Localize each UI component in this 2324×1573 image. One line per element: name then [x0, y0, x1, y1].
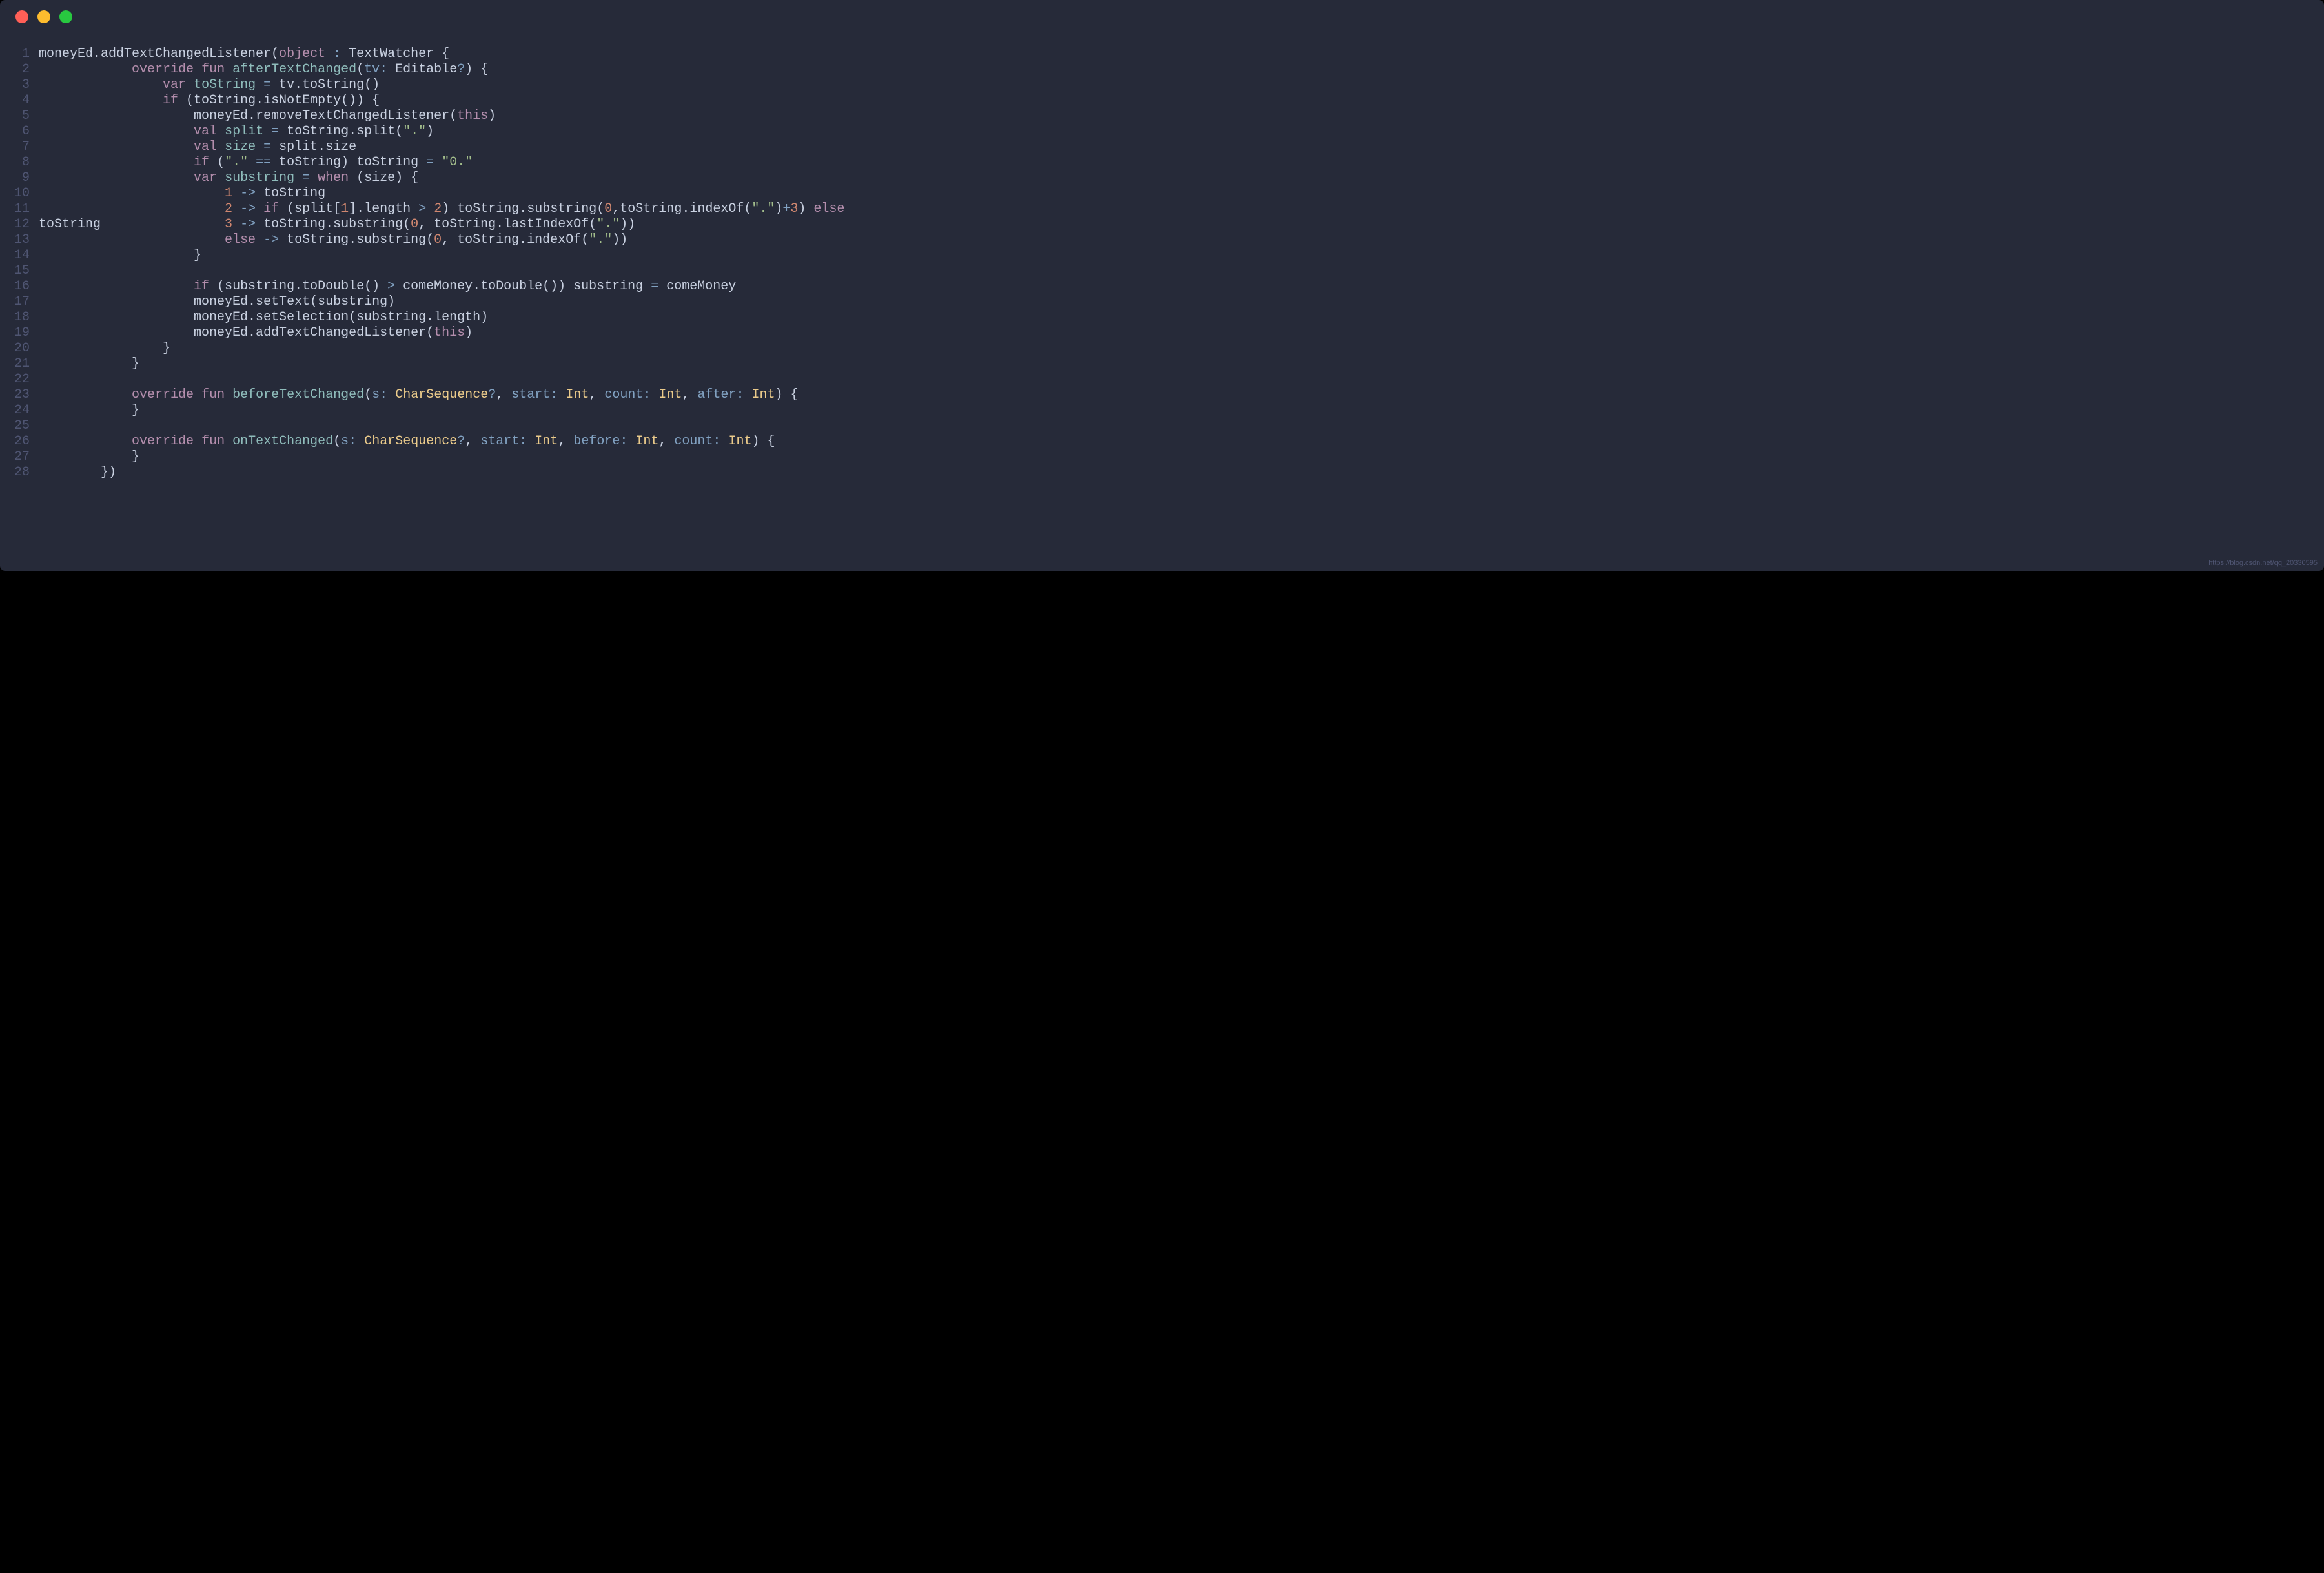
line-number: 2 [8, 62, 39, 77]
close-icon[interactable] [15, 10, 28, 23]
line-number: 12 [8, 217, 39, 232]
line-content[interactable]: val split = toString.split(".") [39, 124, 434, 139]
window-titlebar [0, 0, 2324, 34]
line-number: 3 [8, 77, 39, 93]
line-number: 5 [8, 108, 39, 124]
code-line[interactable]: 21 } [8, 356, 2316, 372]
code-line[interactable]: 19 moneyEd.addTextChangedListener(this) [8, 325, 2316, 341]
code-line[interactable]: 4 if (toString.isNotEmpty()) { [8, 93, 2316, 108]
line-number: 4 [8, 93, 39, 108]
line-number: 17 [8, 294, 39, 310]
line-number: 10 [8, 186, 39, 201]
line-number: 13 [8, 232, 39, 248]
line-content[interactable]: moneyEd.setText(substring) [39, 294, 395, 310]
line-number: 27 [8, 449, 39, 465]
code-line[interactable]: 2 override fun afterTextChanged(tv: Edit… [8, 62, 2316, 77]
line-number: 23 [8, 387, 39, 403]
line-number: 24 [8, 403, 39, 418]
line-content[interactable]: } [39, 356, 139, 372]
line-content[interactable]: moneyEd.setSelection(substring.length) [39, 310, 488, 325]
code-line[interactable]: 23 override fun beforeTextChanged(s: Cha… [8, 387, 2316, 403]
code-line[interactable]: 5 moneyEd.removeTextChangedListener(this… [8, 108, 2316, 124]
line-content[interactable]: } [39, 449, 139, 465]
minimize-icon[interactable] [37, 10, 50, 23]
line-content[interactable]: moneyEd.addTextChangedListener(this) [39, 325, 473, 341]
code-line[interactable]: 1moneyEd.addTextChangedListener(object :… [8, 46, 2316, 62]
code-line[interactable]: 12toString 3 -> toString.substring(0, to… [8, 217, 2316, 232]
code-line[interactable]: 27 } [8, 449, 2316, 465]
code-line[interactable]: 22 [8, 372, 2316, 387]
code-line[interactable]: 26 override fun onTextChanged(s: CharSeq… [8, 434, 2316, 449]
code-editor[interactable]: 1moneyEd.addTextChangedListener(object :… [0, 34, 2324, 571]
code-line[interactable]: 7 val size = split.size [8, 139, 2316, 155]
line-content[interactable]: override fun afterTextChanged(tv: Editab… [39, 62, 488, 77]
code-line[interactable]: 9 var substring = when (size) { [8, 170, 2316, 186]
line-content[interactable]: toString 3 -> toString.substring(0, toSt… [39, 217, 635, 232]
zoom-icon[interactable] [59, 10, 72, 23]
line-content[interactable]: 1 -> toString [39, 186, 325, 201]
code-window: 1moneyEd.addTextChangedListener(object :… [0, 0, 2324, 571]
line-number: 19 [8, 325, 39, 341]
line-number: 15 [8, 263, 39, 279]
line-content[interactable]: if (substring.toDouble() > comeMoney.toD… [39, 279, 736, 294]
code-line[interactable]: 10 1 -> toString [8, 186, 2316, 201]
line-content[interactable]: else -> toString.substring(0, toString.i… [39, 232, 627, 248]
code-line[interactable]: 3 var toString = tv.toString() [8, 77, 2316, 93]
line-number: 1 [8, 46, 39, 62]
line-number: 25 [8, 418, 39, 434]
line-number: 18 [8, 310, 39, 325]
code-line[interactable]: 25 [8, 418, 2316, 434]
line-content[interactable]: } [39, 248, 201, 263]
line-content[interactable]: 2 -> if (split[1].length > 2) toString.s… [39, 201, 844, 217]
line-content[interactable]: moneyEd.addTextChangedListener(object : … [39, 46, 449, 62]
line-number: 28 [8, 465, 39, 480]
line-number: 8 [8, 155, 39, 170]
code-line[interactable]: 16 if (substring.toDouble() > comeMoney.… [8, 279, 2316, 294]
code-line[interactable]: 14 } [8, 248, 2316, 263]
line-content[interactable]: } [39, 341, 170, 356]
code-line[interactable]: 6 val split = toString.split(".") [8, 124, 2316, 139]
line-number: 26 [8, 434, 39, 449]
line-number: 9 [8, 170, 39, 186]
line-number: 20 [8, 341, 39, 356]
code-line[interactable]: 28 }) [8, 465, 2316, 480]
code-line[interactable]: 24 } [8, 403, 2316, 418]
line-content[interactable]: }) [39, 465, 116, 480]
line-content[interactable]: val size = split.size [39, 139, 356, 155]
code-line[interactable]: 8 if ("." == toString) toString = "0." [8, 155, 2316, 170]
code-line[interactable]: 18 moneyEd.setSelection(substring.length… [8, 310, 2316, 325]
line-number: 14 [8, 248, 39, 263]
line-number: 6 [8, 124, 39, 139]
code-line[interactable]: 11 2 -> if (split[1].length > 2) toStrin… [8, 201, 2316, 217]
line-content[interactable]: if (toString.isNotEmpty()) { [39, 93, 380, 108]
code-line[interactable]: 17 moneyEd.setText(substring) [8, 294, 2316, 310]
line-content[interactable]: override fun beforeTextChanged(s: CharSe… [39, 387, 799, 403]
line-number: 7 [8, 139, 39, 155]
line-content[interactable]: if ("." == toString) toString = "0." [39, 155, 473, 170]
line-content[interactable]: var toString = tv.toString() [39, 77, 380, 93]
line-content[interactable]: } [39, 403, 139, 418]
line-number: 22 [8, 372, 39, 387]
code-line[interactable]: 20 } [8, 341, 2316, 356]
code-line[interactable]: 15 [8, 263, 2316, 279]
code-line[interactable]: 13 else -> toString.substring(0, toStrin… [8, 232, 2316, 248]
line-number: 16 [8, 279, 39, 294]
watermark-text: https://blog.csdn.net/qq_20330595 [2208, 559, 2318, 567]
line-content[interactable]: moneyEd.removeTextChangedListener(this) [39, 108, 496, 124]
line-content[interactable]: override fun onTextChanged(s: CharSequen… [39, 434, 775, 449]
line-number: 21 [8, 356, 39, 372]
line-content[interactable]: var substring = when (size) { [39, 170, 418, 186]
line-number: 11 [8, 201, 39, 217]
